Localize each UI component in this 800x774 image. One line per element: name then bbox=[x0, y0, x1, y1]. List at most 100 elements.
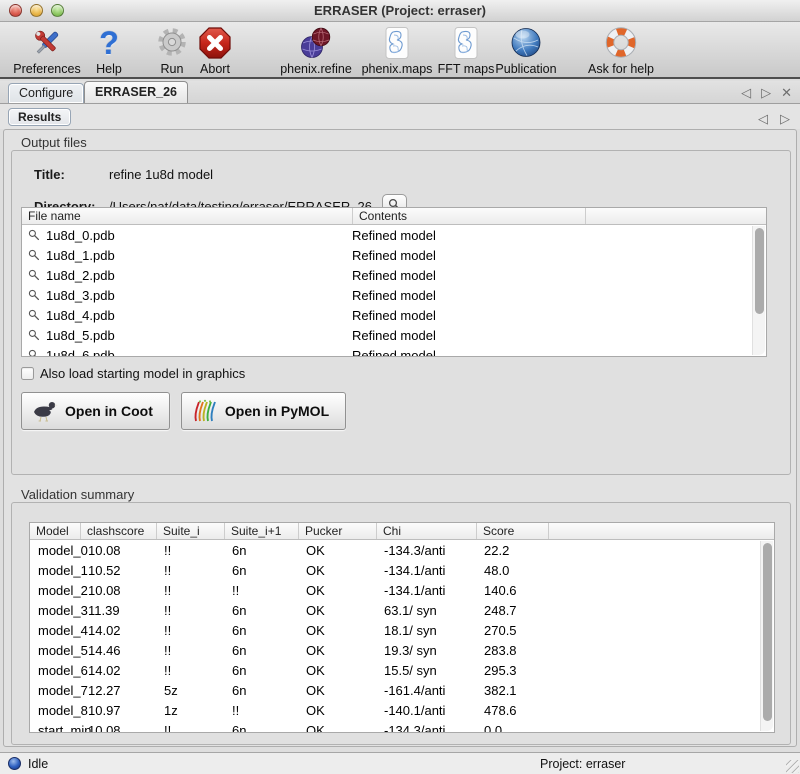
cell: 295.3 bbox=[476, 663, 548, 678]
cell: !! bbox=[224, 703, 298, 718]
cell: -134.3/anti bbox=[376, 543, 476, 558]
table-row[interactable]: 1u8d_2.pdb Refined model bbox=[22, 265, 766, 285]
column-header[interactable]: clashscore bbox=[80, 523, 156, 539]
tab-erraser-26[interactable]: ERRASER_26 bbox=[84, 81, 188, 103]
resize-grip[interactable] bbox=[786, 760, 799, 773]
cell: 63.1/ syn bbox=[376, 603, 476, 618]
table-row[interactable]: model_514.46!!6nOK19.3/ syn283.8 bbox=[30, 640, 774, 660]
column-header[interactable]: Suite_i+1 bbox=[224, 523, 298, 539]
table-row[interactable]: 1u8d_4.pdb Refined model bbox=[22, 305, 766, 325]
cell: 10.08 bbox=[80, 723, 156, 734]
validation-table-scrollbar[interactable] bbox=[760, 541, 773, 731]
title-label: Title: bbox=[34, 167, 109, 182]
cell: 6n bbox=[224, 623, 298, 638]
cell: -140.1/anti bbox=[376, 703, 476, 718]
cell: -161.4/anti bbox=[376, 683, 476, 698]
table-row[interactable]: 1u8d_3.pdb Refined model bbox=[22, 285, 766, 305]
open-in-pymol-button[interactable]: Open in PyMOL bbox=[181, 392, 346, 430]
cell: 15.5/ syn bbox=[376, 663, 476, 678]
cell: 22.2 bbox=[476, 543, 548, 558]
cell: 270.5 bbox=[476, 623, 548, 638]
file-contents: Refined model bbox=[352, 308, 585, 323]
cell: 48.0 bbox=[476, 563, 548, 578]
column-header[interactable]: Chi bbox=[376, 523, 476, 539]
table-row[interactable]: 1u8d_1.pdb Refined model bbox=[22, 245, 766, 265]
column-header[interactable]: File name bbox=[22, 208, 352, 224]
file-contents: Refined model bbox=[352, 248, 585, 263]
validation-summary-table[interactable]: ModelclashscoreSuite_iSuite_i+1PuckerChi… bbox=[29, 522, 775, 733]
checkbox-label: Also load starting model in graphics bbox=[40, 366, 245, 381]
column-header[interactable]: Contents bbox=[352, 208, 585, 224]
load-starting-model-option[interactable]: Also load starting model in graphics bbox=[21, 366, 245, 381]
next-page-icon[interactable]: ▷ bbox=[780, 111, 790, 126]
cell: 6n bbox=[224, 543, 298, 558]
file-name: 1u8d_1.pdb bbox=[46, 248, 115, 263]
table-row[interactable]: model_210.08!!!!OK-134.1/anti140.6 bbox=[30, 580, 774, 600]
column-header[interactable]: Pucker bbox=[298, 523, 376, 539]
file-table-header[interactable]: File nameContents bbox=[22, 208, 766, 225]
open-in-coot-button[interactable]: Open in Coot bbox=[21, 392, 170, 430]
cell: 6n bbox=[224, 723, 298, 734]
file-table-scrollbar[interactable] bbox=[752, 226, 765, 355]
tab-configure[interactable]: Configure bbox=[8, 83, 84, 103]
cell: 248.7 bbox=[476, 603, 548, 618]
file-name: 1u8d_2.pdb bbox=[46, 268, 115, 283]
project-label: Project: erraser bbox=[540, 757, 625, 771]
coot-bird-icon bbox=[32, 400, 58, 422]
column-header[interactable] bbox=[585, 208, 766, 224]
column-header[interactable]: Suite_i bbox=[156, 523, 224, 539]
stop-icon bbox=[198, 25, 232, 61]
file-contents: Refined model bbox=[352, 348, 585, 358]
table-row[interactable]: 1u8d_6.pdb Refined model bbox=[22, 345, 766, 357]
cell: OK bbox=[298, 723, 376, 734]
cell: model_1 bbox=[30, 563, 80, 578]
table-row[interactable]: model_010.08!!6nOK-134.3/anti22.2 bbox=[30, 540, 774, 560]
checkbox[interactable] bbox=[21, 367, 34, 380]
table-row[interactable]: 1u8d_0.pdb Refined model bbox=[22, 225, 766, 245]
scrollbar-thumb[interactable] bbox=[755, 228, 764, 314]
cell: model_4 bbox=[30, 623, 80, 638]
table-row[interactable]: 1u8d_5.pdb Refined model bbox=[22, 325, 766, 345]
prev-page-icon[interactable]: ◁ bbox=[758, 111, 768, 126]
validation-table-header[interactable]: ModelclashscoreSuite_iSuite_i+1PuckerChi… bbox=[30, 523, 774, 540]
table-row[interactable]: model_414.02!!6nOK18.1/ syn270.5 bbox=[30, 620, 774, 640]
close-tab-icon[interactable]: ✕ bbox=[781, 85, 792, 100]
cell: OK bbox=[298, 603, 376, 618]
toolbar-item-label: Ask for help bbox=[588, 62, 654, 76]
column-header[interactable]: Model bbox=[30, 523, 80, 539]
table-row[interactable]: model_110.52!!6nOK-134.1/anti48.0 bbox=[30, 560, 774, 580]
toolbar-item-label: Abort bbox=[200, 62, 230, 76]
table-row[interactable]: start_min10.08!!6nOK-134.3/anti0.0 bbox=[30, 720, 774, 733]
cell: 14.46 bbox=[80, 643, 156, 658]
prev-tab-icon[interactable]: ◁ bbox=[741, 85, 751, 100]
mesh-spheres-icon bbox=[298, 25, 334, 61]
pymol-ribbon-icon bbox=[192, 399, 218, 423]
output-files-table[interactable]: File nameContents 1u8d_0.pdb Refined mod… bbox=[21, 207, 767, 357]
file-name: 1u8d_6.pdb bbox=[46, 348, 115, 358]
column-header[interactable]: Score bbox=[476, 523, 548, 539]
next-tab-icon[interactable]: ▷ bbox=[761, 85, 771, 100]
table-row[interactable]: model_810.971z!!OK-140.1/anti478.6 bbox=[30, 700, 774, 720]
table-row[interactable]: model_614.02!!6nOK15.5/ syn295.3 bbox=[30, 660, 774, 680]
column-header[interactable] bbox=[548, 523, 774, 539]
publication-button[interactable]: Publication bbox=[471, 25, 581, 76]
cell: OK bbox=[298, 703, 376, 718]
tab-results[interactable]: Results bbox=[8, 108, 71, 126]
cell: OK bbox=[298, 683, 376, 698]
ask-for-help-button[interactable]: Ask for help bbox=[566, 25, 676, 76]
cell: model_5 bbox=[30, 643, 80, 658]
file-name: 1u8d_0.pdb bbox=[46, 228, 115, 243]
magnifier-icon bbox=[28, 289, 40, 301]
abort-button[interactable]: Abort bbox=[160, 25, 270, 76]
cell: 6n bbox=[224, 603, 298, 618]
cell: !! bbox=[156, 563, 224, 578]
table-row[interactable]: model_311.39!!6nOK63.1/ syn248.7 bbox=[30, 600, 774, 620]
cell: -134.1/anti bbox=[376, 583, 476, 598]
scrollbar-thumb[interactable] bbox=[763, 543, 772, 721]
toolbar: Preferences ? Help Run Abort bbox=[0, 22, 800, 79]
title-field-row: Title: refine 1u8d model bbox=[34, 167, 213, 182]
cell: !! bbox=[156, 623, 224, 638]
cell: start_min bbox=[30, 723, 80, 734]
map-document-icon bbox=[380, 25, 414, 61]
table-row[interactable]: model_712.275z6nOK-161.4/anti382.1 bbox=[30, 680, 774, 700]
